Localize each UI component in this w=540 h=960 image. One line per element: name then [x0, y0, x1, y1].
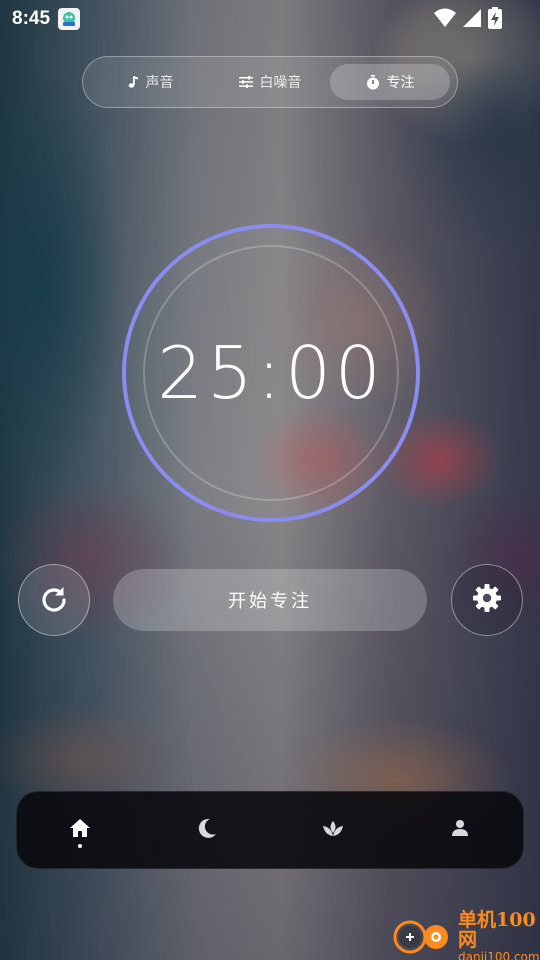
gear-icon: [471, 582, 503, 618]
start-focus-button[interactable]: 开始专注: [113, 569, 427, 631]
watermark: 单机100网 danji100.com: [392, 909, 540, 960]
lotus-icon: [321, 818, 345, 842]
status-bar: 8:45: [0, 0, 540, 38]
tab-focus[interactable]: 专注: [330, 64, 450, 100]
nav-sleep[interactable]: [177, 800, 237, 860]
watermark-title: 单机100网: [458, 908, 536, 952]
timer-icon: [366, 74, 380, 90]
nav-home[interactable]: [50, 800, 110, 860]
app-notification-icon: [58, 8, 81, 30]
music-note-icon: [127, 75, 139, 89]
watermark-url: danji100.com: [458, 950, 540, 960]
watermark-logo-icon: [392, 913, 452, 960]
nav-meditation[interactable]: [303, 800, 363, 860]
battery-charging-icon: [488, 7, 502, 33]
person-icon: [450, 818, 470, 842]
refresh-icon: [39, 583, 69, 617]
nav-profile[interactable]: [430, 800, 490, 860]
tune-sliders-icon: [238, 76, 253, 88]
bottom-nav: [16, 791, 524, 869]
mode-tabs: 声音 白噪音 专注: [82, 56, 458, 108]
status-time: 8:45: [12, 8, 51, 29]
timer-display: 25:00: [157, 331, 385, 415]
start-focus-label: 开始专注: [228, 591, 312, 612]
wifi-icon: [434, 8, 456, 32]
tab-sound-label: 声音: [145, 75, 174, 91]
tab-sound[interactable]: 声音: [90, 64, 210, 100]
moon-icon: [196, 817, 218, 843]
cell-signal-icon: [462, 8, 482, 32]
tab-white-noise[interactable]: 白噪音: [210, 64, 330, 100]
tab-focus-label: 专注: [386, 75, 415, 91]
settings-button[interactable]: [451, 564, 523, 636]
home-icon: [69, 818, 91, 842]
reset-button[interactable]: [18, 564, 90, 636]
nav-active-indicator: [78, 844, 83, 848]
tab-white-noise-label: 白噪音: [259, 75, 302, 91]
